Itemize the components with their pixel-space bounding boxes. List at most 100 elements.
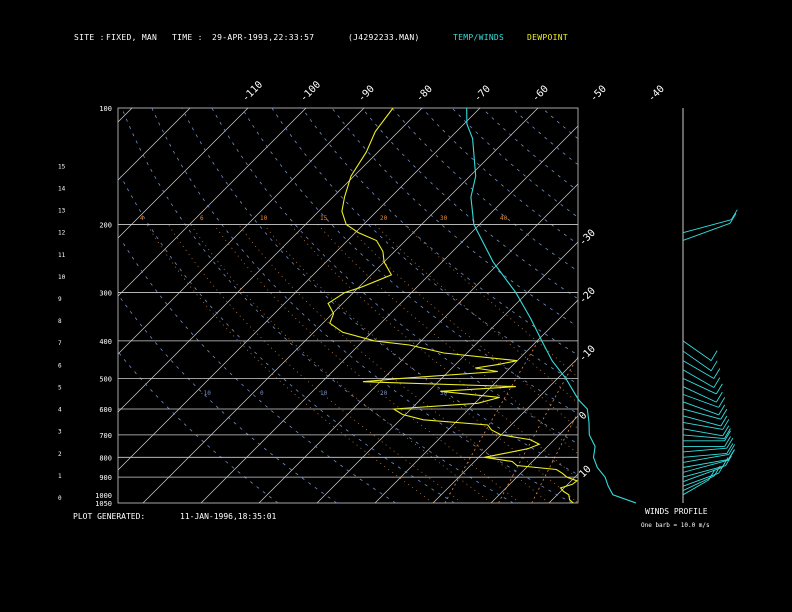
height-label: 1	[58, 473, 62, 480]
dry-adiabat	[481, 107, 574, 188]
height-label: 3	[58, 429, 62, 436]
height-label: 10	[58, 274, 66, 281]
pressure-label: 500	[99, 375, 112, 383]
isotherm-line	[117, 107, 423, 413]
dry-adiabat-label: -10	[200, 390, 211, 397]
wind-barb	[682, 428, 723, 437]
isotherm-line	[200, 125, 579, 504]
dry-adiabat	[120, 297, 338, 504]
wind-barb-flag	[724, 430, 731, 442]
right-temp-label: -10	[577, 344, 598, 365]
isotherm-line	[117, 107, 191, 181]
mixing-ratio-label: 20	[380, 215, 388, 222]
pressure-label: 400	[99, 338, 112, 346]
pressure-label: 800	[99, 454, 112, 462]
height-label: 6	[58, 362, 62, 369]
mixing-ratio-label: 40	[500, 215, 508, 222]
plot-frame	[117, 107, 579, 504]
pressure-label: 1000	[95, 492, 112, 500]
top-temp-label: -70	[472, 84, 493, 105]
top-temp-label: -60	[530, 84, 551, 105]
wind-barb-flag	[724, 428, 731, 439]
wind-barb	[682, 447, 727, 453]
pressure-label: 900	[99, 474, 112, 482]
dry-adiabat	[120, 175, 455, 504]
isotherm-line	[258, 183, 579, 504]
moist-adiabat	[213, 224, 521, 504]
dry-adiabat	[151, 107, 573, 504]
isotherm-line	[117, 107, 481, 471]
wind-barb	[682, 467, 723, 483]
dry-adiabat	[118, 352, 279, 504]
wind-barb-flag	[715, 383, 723, 395]
wind-barb-flag	[713, 368, 721, 379]
dry-adiabat	[451, 107, 577, 217]
dry-adiabat	[391, 107, 575, 269]
top-temp-label: -90	[356, 84, 377, 105]
winds-profile-title: WINDS PROFILE	[645, 507, 708, 516]
height-label: 4	[58, 407, 62, 414]
mixing-ratio-label: 10	[260, 215, 268, 222]
wind-barb	[682, 479, 709, 496]
top-temp-label: -100	[298, 79, 323, 104]
height-label: 2	[58, 451, 62, 458]
top-temp-label: -110	[240, 79, 265, 104]
dry-adiabat	[541, 107, 579, 139]
wind-barb	[682, 401, 719, 416]
wind-barb-flag	[729, 213, 737, 224]
wind-barb	[682, 421, 723, 430]
wind-barb	[682, 340, 712, 361]
dry-adiabat	[331, 107, 573, 324]
top-temp-label: -40	[646, 84, 667, 105]
isotherm-line	[117, 107, 133, 123]
height-label: 9	[58, 296, 62, 303]
height-label: 5	[58, 384, 62, 391]
plot-generated-label: PLOT GENERATED:	[73, 512, 146, 521]
moist-adiabat	[403, 224, 576, 376]
wind-barb-flag	[730, 209, 738, 220]
dry-adiabat	[121, 240, 396, 504]
dry-adiabat	[121, 107, 514, 504]
height-label: 8	[58, 318, 62, 325]
mixing-ratio-label: 4	[140, 215, 144, 222]
wind-barb-flag	[710, 350, 718, 361]
dry-adiabat	[241, 107, 576, 413]
pressure-label: 600	[99, 406, 112, 414]
dry-adiabat-label: 10	[320, 390, 328, 397]
pressure-label: 200	[99, 221, 112, 229]
plot-generated-value: 11-JAN-1996,18:35:01	[180, 512, 277, 521]
height-label: 13	[58, 208, 66, 215]
wind-barb	[682, 386, 717, 403]
isotherm-line	[117, 107, 307, 297]
moist-adiabat	[146, 224, 434, 504]
isotherm-line	[117, 107, 365, 355]
dry-adiabat	[211, 107, 575, 443]
wind-barb	[682, 350, 712, 372]
moist-adiabat	[345, 224, 577, 428]
moist-adiabat	[167, 224, 463, 504]
height-label: 7	[58, 340, 62, 347]
pressure-label: 300	[99, 290, 112, 298]
wind-barb-flag	[710, 360, 718, 372]
dry-adiabat	[361, 107, 578, 299]
skew-t-diagram: 1002003004005006007008009001000105001234…	[58, 79, 738, 508]
moist-adiabat	[317, 224, 578, 454]
isotherm-line	[432, 357, 579, 504]
isotherm-line	[117, 107, 249, 239]
top-temp-label: -50	[588, 84, 609, 105]
isotherm-line	[374, 299, 579, 504]
height-label: 11	[58, 252, 66, 259]
height-label: 12	[58, 230, 66, 237]
wind-barb	[682, 475, 715, 491]
wind-barb-flag	[724, 436, 731, 447]
height-label: 0	[58, 495, 62, 502]
height-label: 15	[58, 163, 66, 170]
mixing-ratio-label: 6	[200, 215, 204, 222]
wind-barb	[682, 453, 727, 458]
dry-adiabat-label: 20	[380, 390, 388, 397]
right-temp-label: 10	[577, 464, 593, 480]
wind-barb	[682, 369, 715, 388]
dry-adiabat-label: 0	[260, 390, 264, 397]
pressure-label: 700	[99, 432, 112, 440]
wind-barb	[682, 219, 732, 234]
